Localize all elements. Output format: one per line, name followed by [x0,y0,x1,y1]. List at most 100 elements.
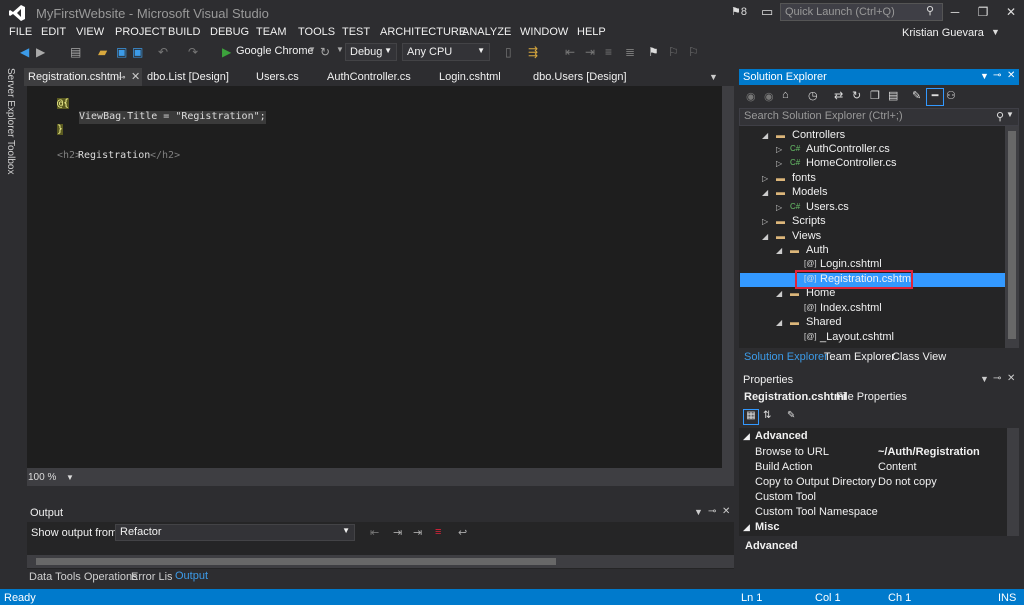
close-icon[interactable]: ✕ [722,506,730,517]
next-bookmark-icon[interactable]: ⚐ [688,45,699,59]
back-icon[interactable]: ◀ [20,45,29,59]
solution-search-input[interactable]: Search Solution Explorer (Ctrl+;) [739,108,1019,126]
close-icon[interactable]: ✕ [1007,70,1015,81]
tree-row[interactable]: ▷ C# HomeController.cs [740,157,1005,171]
collapsed-arrow-icon[interactable]: ▷ [776,203,782,212]
menu-test[interactable]: TEST [342,26,370,38]
menu-tools[interactable]: TOOLS [298,26,335,38]
chevron-down-icon[interactable]: ▼ [991,27,1000,37]
menu-debug[interactable]: DEBUG [210,26,249,38]
tab-data-tools-operations[interactable]: Data Tools Operations [29,571,138,583]
menu-team[interactable]: TEAM [256,26,287,38]
quick-launch-input[interactable]: Quick Launch (Ctrl+Q) [780,3,943,21]
sync-icon[interactable]: ⇄ [834,89,843,102]
show-all-files-icon[interactable]: ▤ [888,89,898,102]
home-icon[interactable]: ⌂ [782,89,789,101]
tab-users-cs[interactable]: Users.cs [256,69,299,85]
collapsed-arrow-icon[interactable]: ▷ [762,174,768,183]
tree-row[interactable]: ▷ C# Users.cs [740,201,1005,215]
browser-select[interactable]: Google Chrome [236,45,314,57]
undo-icon[interactable]: ↶ [158,45,168,59]
user-account[interactable]: Kristian Guevara [902,27,984,39]
prop-copy-to-output-value[interactable]: Do not copy [878,476,937,488]
expanded-arrow-icon[interactable]: ◢ [776,246,782,255]
property-pages-icon[interactable]: ✎ [787,410,795,421]
preview-icon[interactable]: ━ [926,88,944,106]
tab-error-list[interactable]: Error List [131,571,176,583]
prev-bookmark-icon[interactable]: ⚐ [668,45,679,59]
refresh-icon[interactable]: ↻ [320,45,330,59]
editor-vertical-scrollbar[interactable] [722,86,734,468]
pin-icon[interactable]: ⊸ [993,70,1001,81]
tree-row[interactable]: ▷ ▬ Scripts [740,215,1005,229]
go-to-last-icon[interactable]: ⇥ [413,526,422,539]
output-scroll-thumb[interactable] [36,558,556,565]
forward-icon[interactable]: ▶ [36,45,45,59]
class-diagram-icon[interactable]: ⚇ [946,89,956,102]
tab-login-cshtml[interactable]: Login.cshtml [439,69,501,85]
collapse-icon[interactable]: ◢ [743,431,750,442]
tree-row[interactable]: ◢ ▬ Views [740,230,1005,244]
alphabetical-icon[interactable]: ⇅ [763,410,771,421]
zoom-level[interactable]: 100 % [28,472,56,483]
tree-row[interactable]: ◢ ▬ Models [740,186,1005,200]
tree-row[interactable]: ◢ ▬ Home [740,287,1005,301]
tab-solution-explorer[interactable]: Solution Explorer [744,351,828,363]
expanded-arrow-icon[interactable]: ◢ [762,232,768,241]
search-icon[interactable]: ⚲ [926,4,934,17]
output-source-select[interactable]: Refactor ▼ [115,524,355,541]
expanded-arrow-icon[interactable]: ◢ [762,188,768,197]
prop-browse-to-url-value[interactable]: ~/Auth/Registration [878,446,980,458]
menu-view[interactable]: VIEW [76,26,104,38]
close-button[interactable]: ✕ [996,2,1024,22]
chevron-down-icon[interactable]: ▼ [980,71,989,81]
collapse-all-icon[interactable]: ❐ [870,89,880,102]
tab-authcontroller-cs[interactable]: AuthController.cs [327,69,411,85]
menu-project[interactable]: PROJECT [115,26,166,38]
refresh-icon[interactable]: ↻ [852,89,861,102]
pin-icon[interactable]: ⊸ [708,506,716,517]
go-to-next-icon[interactable]: ⇥ [393,526,402,539]
properties-icon[interactable]: ✎ [912,89,921,102]
solution-tree-scroll-thumb[interactable] [1008,131,1016,339]
open-file-icon[interactable]: ▰ [98,45,107,59]
pin-icon[interactable]: ⊸ [118,69,126,85]
uncomment-icon[interactable]: ≣ [625,45,635,59]
chevron-down-icon[interactable]: ▼ [336,45,344,54]
menu-edit[interactable]: EDIT [41,26,66,38]
tab-registration-cshtml[interactable]: Registration.cshtml [28,69,122,85]
word-wrap-icon[interactable]: ↩ [458,526,467,539]
tree-row[interactable]: [@] _Layout.cshtml [740,331,1005,345]
feedback-icon[interactable]: ▭ [761,4,773,20]
forward-icon[interactable]: ◉ [764,90,774,103]
collapse-icon[interactable]: ◢ [743,522,750,533]
categorized-icon[interactable]: ▦ [743,409,759,425]
tab-dbo-list-design[interactable]: dbo.List [Design] [147,69,229,85]
notifications-icon[interactable]: ⚑8 [731,5,747,18]
editor-horizontal-scrollbar[interactable] [27,468,734,486]
menu-architecture[interactable]: ARCHITECTURE [380,26,466,38]
menu-build[interactable]: BUILD [168,26,200,38]
tab-class-view[interactable]: Class View [892,351,946,363]
tab-server-explorer[interactable]: Server Explorer [5,68,16,137]
new-project-icon[interactable]: ▤ [70,45,81,59]
chevron-down-icon[interactable]: ▼ [66,473,74,482]
go-to-previous-icon[interactable]: ⇤ [370,526,379,539]
menu-window[interactable]: WINDOW [520,26,568,38]
chevron-down-icon[interactable]: ▼ [694,507,703,517]
tab-dbo-users-design[interactable]: dbo.Users [Design] [533,69,627,85]
tree-row[interactable]: ◢ ▬ Shared [740,316,1005,330]
prop-build-action-value[interactable]: Content [878,461,917,473]
find-icon[interactable]: ▯ [505,45,512,59]
pin-icon[interactable]: ⊸ [993,373,1001,384]
menu-file[interactable]: FILE [9,26,32,38]
expanded-arrow-icon[interactable]: ◢ [776,318,782,327]
menu-help[interactable]: HELP [577,26,606,38]
close-tab-icon[interactable]: ✕ [131,69,140,85]
tree-row[interactable]: ▷ C# AuthController.cs [740,143,1005,157]
comment-icon[interactable]: ≡ [605,45,612,59]
search-icon[interactable]: ⚲ [996,110,1004,123]
indent-icon[interactable]: ⇤ [565,45,575,59]
redo-icon[interactable]: ↷ [188,45,198,59]
configuration-select[interactable]: Debug ▼ [345,43,397,61]
